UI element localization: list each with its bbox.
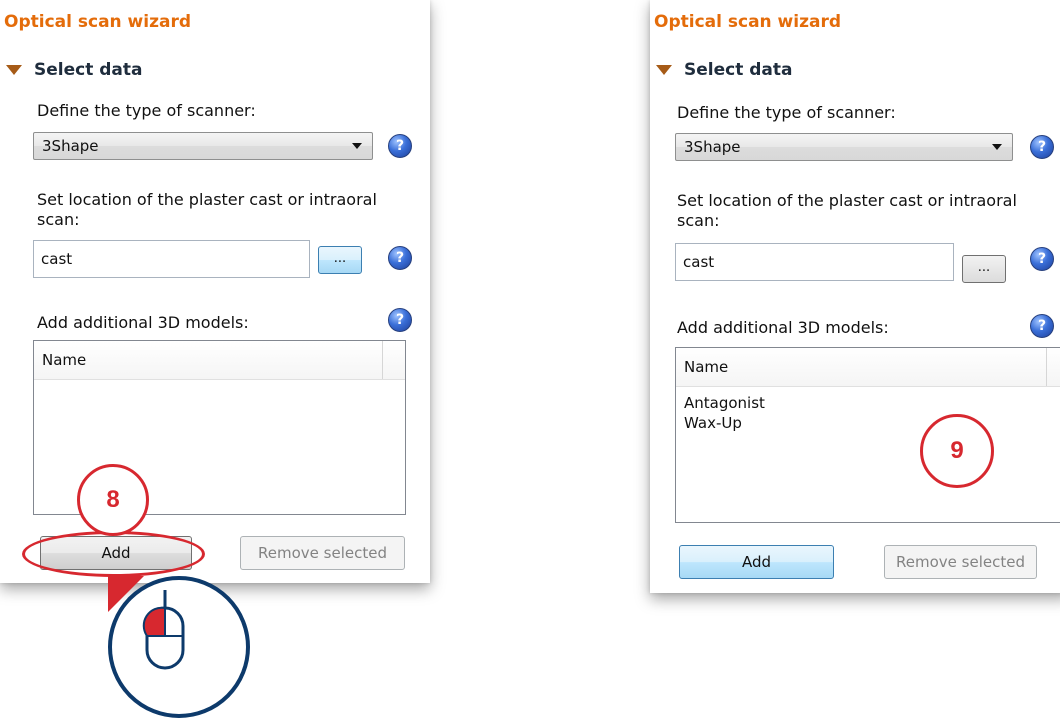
add-button-highlight-ring	[22, 531, 205, 577]
browse-button[interactable]: ...	[962, 255, 1006, 283]
remove-selected-button[interactable]: Remove selected	[240, 536, 405, 570]
chevron-down-icon	[352, 143, 362, 149]
triangle-down-icon	[656, 65, 672, 75]
scanner-type-dropdown[interactable]: 3Shape	[33, 132, 373, 160]
add-button[interactable]: Add	[679, 545, 834, 579]
location-label: Set location of the plaster cast or intr…	[37, 190, 377, 229]
name-column-label: Name	[684, 358, 729, 376]
scanner-type-value: 3Shape	[684, 138, 741, 156]
wizard-title: Optical scan wizard	[654, 12, 842, 32]
list-item[interactable]: Antagonist	[676, 393, 1060, 413]
section-title: Select data	[684, 60, 793, 80]
help-icon[interactable]: ?	[388, 134, 412, 158]
wizard-title: Optical scan wizard	[4, 12, 192, 32]
column-separator	[382, 341, 383, 379]
list-column-header[interactable]: Name	[34, 341, 405, 380]
additional-models-label: Add additional 3D models:	[677, 318, 889, 337]
help-icon[interactable]: ?	[1030, 135, 1054, 159]
location-input[interactable]: cast	[675, 243, 954, 281]
triangle-down-icon	[6, 65, 22, 75]
scanner-type-label: Define the type of scanner:	[37, 101, 256, 120]
red-corner-marker	[108, 576, 144, 612]
help-icon[interactable]: ?	[1030, 314, 1054, 338]
additional-models-label: Add additional 3D models:	[37, 313, 249, 332]
name-column-label: Name	[42, 351, 87, 369]
location-label: Set location of the plaster cast or intr…	[677, 191, 1017, 230]
list-column-header[interactable]: Name	[676, 348, 1060, 387]
scanner-type-label: Define the type of scanner:	[677, 103, 896, 122]
select-data-section-header[interactable]: Select data	[654, 58, 793, 82]
help-icon[interactable]: ?	[1030, 247, 1054, 271]
remove-selected-button[interactable]: Remove selected	[884, 545, 1037, 579]
column-separator	[1046, 348, 1047, 386]
optical-scan-wizard-panel-left: Optical scan wizard Select data Define t…	[0, 0, 430, 583]
scanner-type-dropdown[interactable]: 3Shape	[675, 133, 1013, 161]
scanner-type-value: 3Shape	[42, 137, 99, 155]
section-title: Select data	[34, 60, 143, 80]
help-icon[interactable]: ?	[388, 246, 412, 270]
models-list[interactable]: Name Antagonist Wax-Up	[675, 347, 1060, 523]
help-icon[interactable]: ?	[388, 308, 412, 332]
optical-scan-wizard-panel-right: Optical scan wizard Select data Define t…	[650, 0, 1060, 593]
location-input[interactable]: cast	[33, 240, 310, 278]
step-9-badge: 9	[920, 414, 994, 488]
browse-button[interactable]: ...	[318, 246, 362, 274]
step-8-badge: 8	[77, 464, 149, 536]
chevron-down-icon	[992, 144, 1002, 150]
list-item[interactable]: Wax-Up	[676, 413, 1060, 433]
select-data-section-header[interactable]: Select data	[4, 58, 143, 82]
